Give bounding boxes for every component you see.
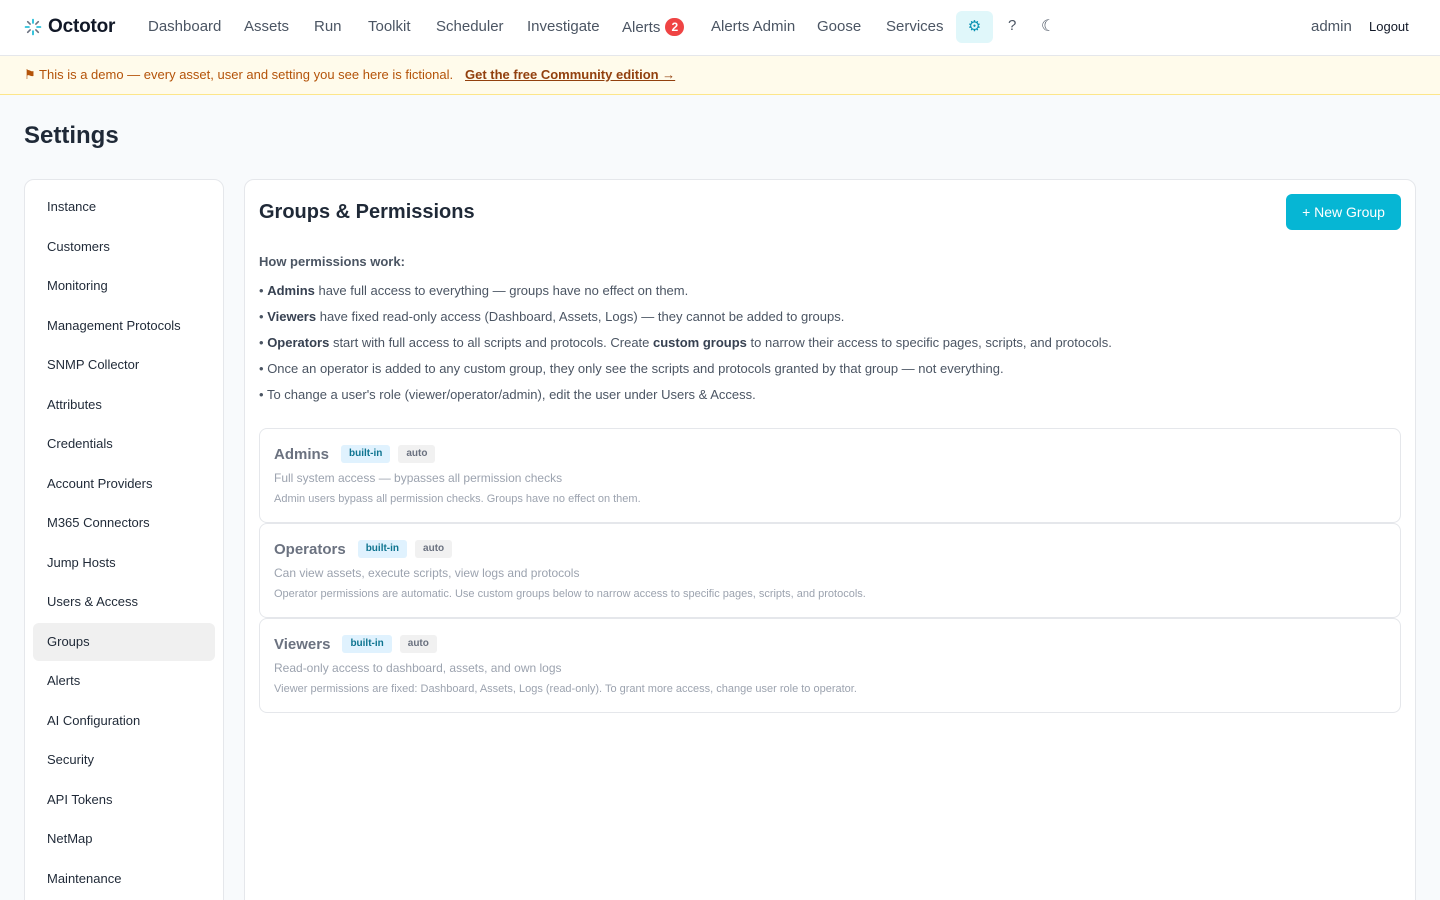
top-navbar: Octotor Dashboard Assets Run Toolkit Sch… bbox=[0, 0, 1440, 56]
group-note: Viewer permissions are fixed: Dashboard,… bbox=[274, 683, 857, 695]
sidebar-item-management-protocols[interactable]: Management Protocols bbox=[33, 307, 215, 345]
auto-tag: auto bbox=[415, 540, 453, 558]
nav-dashboard[interactable]: Dashboard bbox=[148, 18, 221, 35]
panel-title: Groups & Permissions bbox=[259, 201, 475, 223]
nav-run[interactable]: Run bbox=[314, 18, 342, 35]
built-in-tag: built-in bbox=[342, 635, 392, 653]
group-name: Viewers bbox=[274, 635, 331, 653]
group-name: Operators bbox=[274, 540, 346, 558]
sidebar-item-credentials[interactable]: Credentials bbox=[33, 425, 215, 463]
auto-tag: auto bbox=[399, 635, 437, 653]
new-group-button[interactable]: + New Group bbox=[1286, 194, 1401, 230]
howto-line-admins: • Admins have full access to everything … bbox=[259, 283, 689, 298]
built-in-tag: built-in bbox=[357, 540, 408, 558]
nav-goose[interactable]: Goose bbox=[817, 18, 861, 35]
howto-line-viewers: • Viewers have fixed read-only access (D… bbox=[259, 309, 845, 324]
sidebar-item-instance[interactable]: Instance bbox=[33, 188, 215, 226]
sidebar-item-jump-hosts[interactable]: Jump Hosts bbox=[33, 544, 215, 582]
group-name: Admins bbox=[274, 445, 330, 463]
howto-line-custom-groups: • Once an operator is added to any custo… bbox=[259, 361, 1004, 376]
howto-title: How permissions work: bbox=[259, 254, 405, 269]
nav-investigate[interactable]: Investigate bbox=[527, 18, 600, 35]
group-card-header: Operators built-in auto bbox=[274, 540, 453, 558]
octotor-logo-icon bbox=[24, 18, 42, 36]
help-icon[interactable]: ? bbox=[1008, 17, 1016, 34]
sidebar-item-security[interactable]: Security bbox=[33, 741, 215, 779]
nav-assets[interactable]: Assets bbox=[244, 18, 289, 35]
sidebar-item-m365-connectors[interactable]: M365 Connectors bbox=[33, 504, 215, 542]
settings-gear-icon[interactable]: ⚙ bbox=[956, 11, 993, 43]
groups-panel: Groups & Permissions + New Group How per… bbox=[244, 179, 1416, 900]
nav-alerts-admin[interactable]: Alerts Admin bbox=[711, 18, 795, 35]
sidebar-item-users-access[interactable]: Users & Access bbox=[33, 583, 215, 621]
nav-alerts-label: Alerts bbox=[622, 19, 661, 36]
sidebar-item-ai-configuration[interactable]: AI Configuration bbox=[33, 702, 215, 740]
alerts-count-badge: 2 bbox=[665, 18, 685, 36]
sidebar-item-customers[interactable]: Customers bbox=[33, 228, 215, 266]
sidebar-item-maintenance[interactable]: Maintenance bbox=[33, 860, 215, 898]
group-note: Admin users bypass all permission checks… bbox=[274, 493, 641, 505]
howto-line-change-role: • To change a user's role (viewer/operat… bbox=[259, 387, 756, 402]
group-card-header: Viewers built-in auto bbox=[274, 635, 437, 653]
howto-line-operators: • Operators start with full access to al… bbox=[259, 335, 1112, 350]
community-edition-link[interactable]: Get the free Community edition → bbox=[465, 67, 675, 82]
built-in-tag: built-in bbox=[341, 445, 391, 463]
nav-scheduler[interactable]: Scheduler bbox=[436, 18, 504, 35]
current-user: admin bbox=[1311, 18, 1352, 35]
group-card-header: Admins built-in auto bbox=[274, 445, 436, 463]
brand-name: Octotor bbox=[48, 16, 116, 37]
nav-toolkit[interactable]: Toolkit bbox=[368, 18, 411, 35]
sidebar-item-account-providers[interactable]: Account Providers bbox=[33, 465, 215, 503]
brand-logo[interactable]: Octotor bbox=[24, 16, 115, 38]
sidebar-item-snmp-collector[interactable]: SNMP Collector bbox=[33, 346, 215, 384]
sidebar-item-api-tokens[interactable]: API Tokens bbox=[33, 781, 215, 819]
sidebar-item-monitoring[interactable]: Monitoring bbox=[33, 267, 215, 305]
demo-banner-text: ⚑ This is a demo — every asset, user and… bbox=[24, 67, 454, 82]
nav-alerts[interactable]: Alerts 2 bbox=[622, 18, 685, 36]
group-card-viewers[interactable]: Viewers built-in auto Read-only access t… bbox=[259, 618, 1401, 713]
auto-tag: auto bbox=[398, 445, 436, 463]
group-card-operators[interactable]: Operators built-in auto Can view assets,… bbox=[259, 523, 1401, 618]
sidebar-item-netmap[interactable]: NetMap bbox=[33, 820, 215, 858]
logout-button[interactable]: Logout bbox=[1360, 13, 1418, 41]
group-card-admins[interactable]: Admins built-in auto Full system access … bbox=[259, 428, 1401, 523]
group-description: Full system access — bypasses all permis… bbox=[274, 471, 563, 485]
sidebar-item-groups[interactable]: Groups bbox=[33, 623, 215, 661]
group-note: Operator permissions are automatic. Use … bbox=[274, 588, 866, 600]
settings-sidebar: Instance Customers Monitoring Management… bbox=[24, 179, 224, 900]
demo-banner: ⚑ This is a demo — every asset, user and… bbox=[0, 56, 1440, 95]
page-title: Settings bbox=[24, 122, 119, 149]
group-description: Can view assets, execute scripts, view l… bbox=[274, 566, 580, 580]
sidebar-item-alerts[interactable]: Alerts bbox=[33, 662, 215, 700]
theme-toggle-moon-icon[interactable]: ☾ bbox=[1041, 16, 1055, 36]
nav-services[interactable]: Services bbox=[886, 18, 944, 35]
group-description: Read-only access to dashboard, assets, a… bbox=[274, 661, 562, 675]
sidebar-item-attributes[interactable]: Attributes bbox=[33, 386, 215, 424]
